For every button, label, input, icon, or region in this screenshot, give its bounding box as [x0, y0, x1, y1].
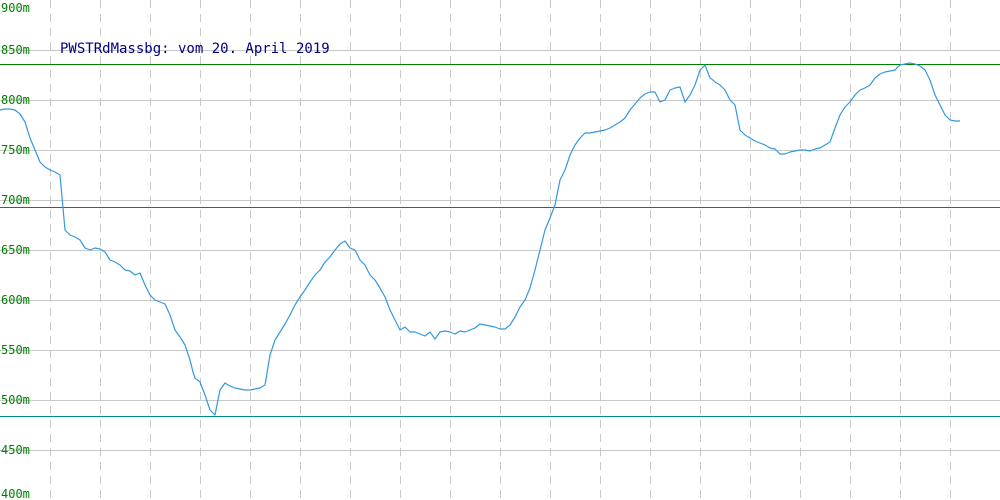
y-tick-label: 600m	[1, 293, 30, 307]
altitude-chart: 400m 450m 500m 550m 600m 650m 700m 750m 800m 850m…	[0, 0, 1000, 500]
y-tick-label: 750m	[1, 143, 30, 157]
chart-root: 400m 450m 500m 550m 600m 650m 700m 750m 800m 850m…	[0, 0, 1000, 500]
y-tick-label: 900m	[1, 1, 30, 15]
y-tick-label: 550m	[1, 343, 30, 357]
y-tick-label: 500m	[1, 393, 30, 407]
chart-title: PWSTRdMassbg: vom 20. April 2019	[60, 41, 330, 57]
y-tick-label: 800m	[1, 93, 30, 107]
y-tick-label: 650m	[1, 243, 30, 257]
altitude-series-line	[0, 62, 960, 416]
series-layer	[0, 62, 960, 416]
y-tick-label: 850m	[1, 43, 30, 57]
grid	[0, 0, 1000, 500]
y-tick-label: 450m	[1, 443, 30, 457]
y-tick-label: 700m	[1, 193, 30, 207]
y-axis-labels: 400m 450m 500m 550m 600m 650m 700m 750m 800m 850m…	[1, 1, 30, 500]
y-tick-label: 400m	[1, 487, 30, 500]
